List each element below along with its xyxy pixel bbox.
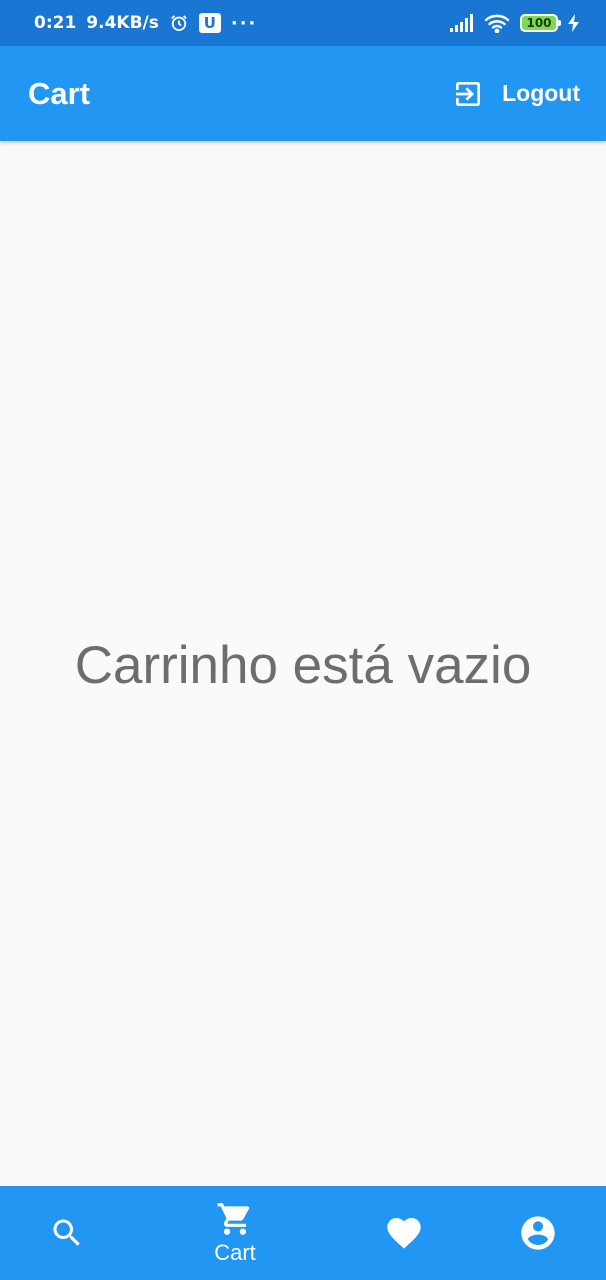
logout-icon (452, 78, 484, 110)
heart-icon (384, 1213, 424, 1253)
more-icon: ··· (230, 12, 258, 34)
status-time: 0:21 (34, 13, 77, 33)
cart-content: Carrinho está vazio (0, 141, 606, 1186)
nav-item-favorites[interactable] (344, 1186, 464, 1280)
battery-icon: 100 (520, 14, 561, 32)
nav-label-cart: Cart (214, 1240, 256, 1265)
network-speed: 9.4KB/s (86, 13, 159, 33)
app-bar: Cart Logout (0, 46, 606, 141)
logout-button[interactable]: Logout (452, 78, 580, 110)
nav-item-search[interactable] (7, 1186, 127, 1280)
status-bar: 0:21 9.4KB/s U ··· 100 (0, 0, 606, 46)
nav-item-cart[interactable]: Cart (175, 1186, 295, 1280)
page-title: Cart (28, 75, 91, 111)
signal-icon (450, 14, 474, 32)
account-icon (518, 1213, 558, 1253)
status-left: 0:21 9.4KB/s U ··· (34, 13, 257, 34)
nav-item-account[interactable] (478, 1186, 598, 1280)
logout-label: Logout (502, 80, 580, 106)
status-right: 100 (450, 13, 580, 33)
search-icon (49, 1215, 85, 1251)
empty-cart-message: Carrinho está vazio (74, 636, 532, 695)
charging-icon (568, 14, 580, 32)
alarm-icon (169, 13, 189, 33)
u-badge: U (198, 13, 221, 33)
wifi-icon (484, 13, 510, 33)
cart-icon (216, 1200, 254, 1238)
bottom-navigation: Cart (0, 1186, 606, 1280)
